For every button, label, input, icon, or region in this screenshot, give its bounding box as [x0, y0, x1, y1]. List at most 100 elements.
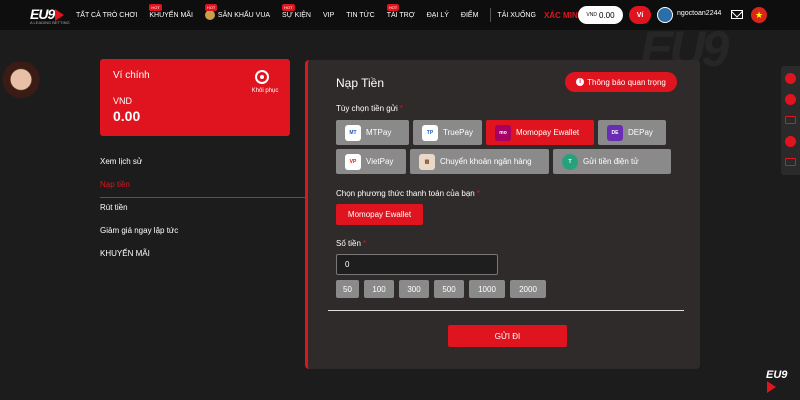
- option-depay[interactable]: DE DEPay: [598, 120, 666, 145]
- nav-label: ĐẠI LÝ: [426, 11, 449, 19]
- tether-icon: T: [562, 153, 578, 170]
- side-item-deposit[interactable]: Nạp tiền: [100, 175, 305, 198]
- bank-icon: ▥: [419, 153, 435, 170]
- nav-label: KHUYẾN MÃI: [149, 11, 193, 19]
- option-crypto-deposit[interactable]: T Gửi tiền điện tử: [553, 149, 671, 174]
- mail-icon[interactable]: [785, 116, 796, 124]
- required-mark: *: [362, 239, 367, 248]
- quick-amount-2000[interactable]: 2000: [510, 280, 546, 298]
- account-side-menu: Xem lịch sử Nạp tiền Rút tiền Giảm giá n…: [100, 152, 305, 267]
- nav-agent[interactable]: ĐẠI LÝ: [427, 0, 449, 30]
- required-mark: *: [476, 189, 480, 198]
- nav-points[interactable]: ĐIỂM: [461, 0, 479, 30]
- submit-button[interactable]: GỬI ĐI: [448, 325, 567, 347]
- email-icon[interactable]: [785, 158, 796, 166]
- option-label: TruePay: [443, 128, 473, 137]
- nav-label: VIP: [322, 11, 335, 19]
- payment-method-label: Chọn phương thức thanh toán của bạn *: [336, 189, 480, 198]
- nav-label: TIN TỨC: [346, 11, 375, 19]
- hot-badge: HOT: [149, 4, 162, 11]
- nav-divider: [490, 8, 492, 22]
- nav-news[interactable]: TIN TỨC: [346, 0, 374, 30]
- balance-currency: VND: [586, 12, 597, 18]
- side-item-history[interactable]: Xem lịch sử: [100, 152, 305, 175]
- side-item-instant-rebate[interactable]: Giảm giá ngay lập tức: [100, 221, 305, 244]
- wallet-title: Ví chính: [113, 70, 150, 81]
- username[interactable]: ngoctoan2244: [677, 10, 721, 17]
- momo-icon: mo: [495, 124, 511, 141]
- nav-download[interactable]: TẢI XUỐNG: [497, 0, 536, 30]
- nav-all-games[interactable]: TẤT CẢ TRÒ CHƠI: [76, 0, 137, 30]
- logo-arrow-icon: [767, 381, 776, 394]
- telegram-icon[interactable]: [785, 94, 796, 105]
- footer-logo[interactable]: EU9: [766, 369, 796, 394]
- wallet-currency: VND: [113, 96, 133, 106]
- brand-logo[interactable]: EU9 A LEADING BETTING: [30, 6, 70, 25]
- mail-icon[interactable]: [731, 10, 743, 19]
- quick-amount-300[interactable]: 300: [399, 280, 429, 298]
- quick-amount-500[interactable]: 500: [434, 280, 464, 298]
- quick-amount-100[interactable]: 100: [364, 280, 394, 298]
- promo-girl-image: [0, 62, 42, 112]
- option-label: Momopay Ewallet: [516, 128, 580, 137]
- balance-pill[interactable]: VND 0.00: [578, 6, 623, 24]
- deposit-options-label: Tùy chọn tiền gửi *: [336, 104, 403, 113]
- option-vietpay[interactable]: VP VietPay: [336, 149, 406, 174]
- mtpay-icon: MT: [345, 124, 361, 141]
- important-notice-button[interactable]: i Thông báo quan trọng: [565, 72, 677, 92]
- logo-tagline: A LEADING BETTING: [30, 20, 70, 25]
- deposit-panel: Nạp Tiền i Thông báo quan trọng Tùy chọn…: [305, 60, 700, 369]
- truepay-icon: TP: [422, 124, 438, 141]
- nav-vip[interactable]: VIP: [323, 0, 334, 30]
- nav-events[interactable]: HOT SỰ KIỆN: [282, 0, 311, 30]
- nav-promotions[interactable]: HOT KHUYẾN MÃI: [149, 0, 193, 30]
- main-nav: TẤT CẢ TRÒ CHƠI HOT KHUYẾN MÃI HOT SÂN KHẤ…: [76, 0, 608, 30]
- amount-label: Số tiền *: [336, 239, 366, 248]
- amount-input[interactable]: 0: [336, 254, 498, 275]
- info-icon: i: [576, 78, 585, 86]
- nav-label: TẢI XUỐNG: [497, 11, 536, 19]
- chat-icon[interactable]: [785, 73, 796, 84]
- vietnam-flag-icon[interactable]: ★: [751, 7, 767, 23]
- quick-amount-1000[interactable]: 1000: [469, 280, 505, 298]
- option-label: DEPay: [628, 128, 653, 137]
- hot-badge: HOT: [204, 4, 218, 11]
- side-item-withdraw[interactable]: Rút tiền: [100, 198, 305, 221]
- quick-amount-50[interactable]: 50: [336, 280, 359, 298]
- page-title: Nạp Tiền: [336, 76, 385, 90]
- logo-arrow-icon: [55, 8, 65, 21]
- nav-king-stage[interactable]: HOT SÂN KHẤU VUA: [204, 0, 271, 30]
- nav-label: ĐIỂM: [460, 11, 479, 19]
- messenger-icon[interactable]: [785, 136, 796, 147]
- option-label: Gửi tiền điện tử: [583, 157, 639, 166]
- main-wallet-card: Ví chính Khôi phục VND 0.00: [100, 59, 290, 136]
- depay-icon: DE: [607, 124, 623, 141]
- footer-logo-text: EU9: [766, 369, 788, 381]
- nav-sponsor[interactable]: HOT TÀI TRỢ: [386, 0, 415, 30]
- option-truepay[interactable]: TP TruePay: [413, 120, 482, 145]
- option-label: VietPay: [366, 157, 394, 166]
- option-momopay[interactable]: mo Momopay Ewallet: [486, 120, 594, 145]
- wallet-amount: 0.00: [113, 108, 141, 124]
- nav-label: TÀI TRỢ: [386, 11, 415, 19]
- nav-label: SÂN KHẤU VUA: [217, 11, 271, 19]
- hot-badge: HOT: [282, 4, 295, 11]
- required-mark: *: [399, 104, 403, 113]
- label-text: Tùy chọn tiền gửi: [336, 104, 398, 113]
- nav-label: SỰ KIỆN: [282, 11, 311, 19]
- label-text: Chọn phương thức thanh toán của bạn: [336, 189, 475, 198]
- option-mtpay[interactable]: MT MTPay: [336, 120, 409, 145]
- floating-contact-bar: [781, 66, 800, 175]
- balance-value: 0.00: [598, 10, 615, 20]
- section-divider: [328, 310, 684, 311]
- side-item-promotions[interactable]: KHUYẾN MÃI: [100, 244, 305, 267]
- restore-label[interactable]: Khôi phục: [245, 88, 285, 94]
- nav-label: TẤT CẢ TRÒ CHƠI: [76, 11, 138, 19]
- option-bank-transfer[interactable]: ▥ Chuyển khoản ngân hàng: [410, 149, 549, 174]
- hot-badge: HOT: [386, 4, 400, 11]
- crown-icon: [204, 10, 215, 20]
- payment-method-momopay[interactable]: Momopay Ewallet: [336, 204, 423, 225]
- restore-icon[interactable]: [255, 70, 269, 84]
- label-text: Số tiền: [336, 239, 361, 248]
- notice-label: Thông báo quan trọng: [587, 77, 666, 87]
